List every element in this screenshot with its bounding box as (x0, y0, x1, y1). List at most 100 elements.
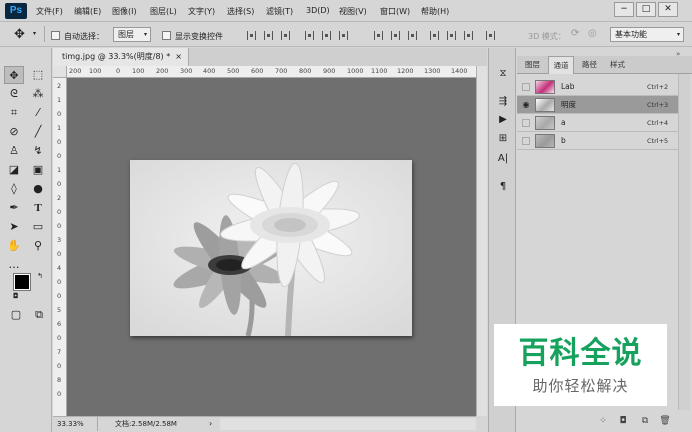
distribute-vcenter-icon[interactable] (391, 31, 400, 40)
align-bottom-icon[interactable] (281, 31, 290, 40)
type-icon[interactable]: T (28, 199, 48, 217)
document-image[interactable] (130, 160, 412, 336)
ruler-tick-label: 200 (156, 67, 169, 75)
history-brush-icon[interactable]: ↯ (28, 142, 48, 160)
ruler-tick-label: 700 (275, 67, 288, 75)
delete-channel-icon[interactable]: 🗑 (659, 415, 671, 427)
auto-select-dropdown[interactable]: 图层 ▾ (113, 27, 151, 42)
vertical-ruler[interactable]: 2 1 0 1 0 0 1 0 2 0 0 3 0 4 0 0 5 6 0 7 0 8 0 (53, 78, 67, 416)
show-transform-checkbox[interactable] (162, 31, 171, 40)
clone-stamp-icon[interactable]: ♙ (4, 142, 24, 160)
3d-roll-icon[interactable]: ◎ (588, 28, 597, 39)
channel-row-lab[interactable]: Lab Ctrl+2 (517, 78, 678, 96)
align-top-icon[interactable] (247, 31, 256, 40)
eraser-icon[interactable]: ◪ (4, 161, 24, 179)
magic-wand-icon[interactable]: ⁂ (28, 85, 48, 103)
history-icon[interactable]: ⧖ (494, 66, 512, 82)
distribute-left-icon[interactable] (430, 31, 439, 40)
maximize-button[interactable]: □ (636, 2, 656, 17)
shape-icon[interactable]: ▭ (28, 218, 48, 236)
menu-edit[interactable]: 编辑(E) (74, 6, 101, 17)
eye-icon[interactable]: ◉ (521, 100, 531, 110)
more-tools-icon[interactable]: … (4, 256, 24, 274)
align-right-icon[interactable] (339, 31, 348, 40)
quick-mask-icon[interactable]: ▢ (6, 306, 26, 324)
visibility-toggle[interactable] (522, 119, 530, 127)
character-icon[interactable]: A| (494, 151, 512, 167)
vertical-scrollbar[interactable] (476, 66, 487, 416)
zoom-icon[interactable]: ⚲ (28, 237, 48, 255)
menu-image[interactable]: 图像(I) (112, 6, 137, 17)
visibility-toggle[interactable] (522, 83, 530, 91)
chevron-down-icon[interactable]: ▾ (33, 30, 36, 37)
workspace-dropdown[interactable]: 基本功能 ▾ (610, 27, 684, 42)
document-tab[interactable]: timg.jpg @ 33.3%(明度/8) * × (53, 48, 189, 66)
blur-icon[interactable]: ◊ (4, 180, 24, 198)
visibility-toggle[interactable] (522, 137, 530, 145)
zoom-level[interactable]: 33.33% (57, 417, 84, 431)
distribute-top-icon[interactable] (374, 31, 383, 40)
align-left-icon[interactable] (305, 31, 314, 40)
actions-icon[interactable]: ⇶ (494, 94, 512, 110)
dodge-icon[interactable]: ● (28, 180, 48, 198)
panel-footer: ⁘ ◘ ⧉ 🗑 (517, 410, 692, 432)
swap-colors-icon[interactable]: ↰ (37, 272, 43, 280)
close-window-button[interactable]: ✕ (658, 2, 678, 17)
tab-channels[interactable]: 通道 (548, 56, 574, 74)
play-icon[interactable]: ▶ (494, 112, 512, 128)
auto-select-value: 图层 (118, 30, 134, 39)
paragraph-icon[interactable]: ¶ (494, 179, 512, 195)
status-menu-arrow-icon[interactable]: › (209, 417, 212, 431)
hand-icon[interactable]: ✋ (4, 237, 24, 255)
foreground-color-swatch[interactable] (13, 273, 31, 291)
distribute-bottom-icon[interactable] (408, 31, 417, 40)
tab-paths[interactable]: 路径 (577, 56, 602, 74)
auto-align-icon[interactable] (486, 31, 495, 40)
menu-layer[interactable]: 图层(L) (150, 6, 177, 17)
horizontal-ruler[interactable]: 200 100 0 100 200 300 400 500 600 700 80… (67, 66, 476, 78)
ruler-tick-label: 900 (323, 67, 336, 75)
align-hcenter-icon[interactable] (322, 31, 331, 40)
horizontal-scrollbar[interactable] (220, 418, 476, 430)
menu-window[interactable]: 窗口(W) (380, 6, 410, 17)
distribute-right-icon[interactable] (464, 31, 473, 40)
channel-row-lightness[interactable]: ◉ 明度 Ctrl+3 (517, 96, 678, 114)
screen-mode-icon[interactable]: ⧉ (29, 306, 49, 324)
brush-icon[interactable]: ╱ (28, 123, 48, 141)
channel-row-b[interactable]: b Ctrl+5 (517, 132, 678, 150)
eyedropper-icon[interactable]: ⁄ (28, 104, 48, 122)
menu-file[interactable]: 文件(F) (36, 6, 63, 17)
move-tool-preset-icon[interactable]: ✥ (14, 27, 25, 42)
menu-3d[interactable]: 3D(D) (306, 6, 330, 15)
minimize-button[interactable]: − (614, 2, 634, 17)
menu-type[interactable]: 文字(Y) (188, 6, 215, 17)
close-tab-button[interactable]: × (175, 48, 182, 66)
gradient-icon[interactable]: ▣ (28, 161, 48, 179)
tab-layers[interactable]: 图层 (520, 56, 545, 74)
marquee-icon[interactable]: ⬚ (28, 66, 48, 84)
move-icon[interactable]: ✥ (4, 66, 24, 84)
flower-photo (130, 160, 412, 336)
channel-row-a[interactable]: a Ctrl+4 (517, 114, 678, 132)
distribute-hcenter-icon[interactable] (447, 31, 456, 40)
default-colors-icon[interactable]: ◘ (13, 292, 19, 300)
crop-icon[interactable]: ⌗ (4, 104, 24, 122)
menu-view[interactable]: 视图(V) (339, 6, 367, 17)
load-selection-icon[interactable]: ⁘ (597, 415, 609, 427)
menu-select[interactable]: 选择(S) (227, 6, 254, 17)
3d-rotate-icon[interactable]: ⟳ (571, 28, 579, 39)
panel-scrollbar[interactable] (678, 74, 690, 410)
ruler-tick-label: 7 (57, 348, 62, 356)
save-selection-icon[interactable]: ◘ (617, 415, 629, 427)
healing-brush-icon[interactable]: ⊘ (4, 123, 24, 141)
properties-icon[interactable]: ⊞ (494, 131, 512, 147)
menu-help[interactable]: 帮助(H) (421, 6, 449, 17)
menu-filter[interactable]: 滤镜(T) (266, 6, 293, 17)
lasso-icon[interactable]: ᘓ (4, 85, 24, 103)
pen-icon[interactable]: ✒ (4, 199, 24, 217)
auto-select-checkbox[interactable] (51, 31, 60, 40)
new-channel-icon[interactable]: ⧉ (639, 415, 651, 427)
path-select-icon[interactable]: ➤ (4, 218, 24, 236)
align-vcenter-icon[interactable] (264, 31, 273, 40)
tab-styles[interactable]: 样式 (605, 56, 630, 74)
